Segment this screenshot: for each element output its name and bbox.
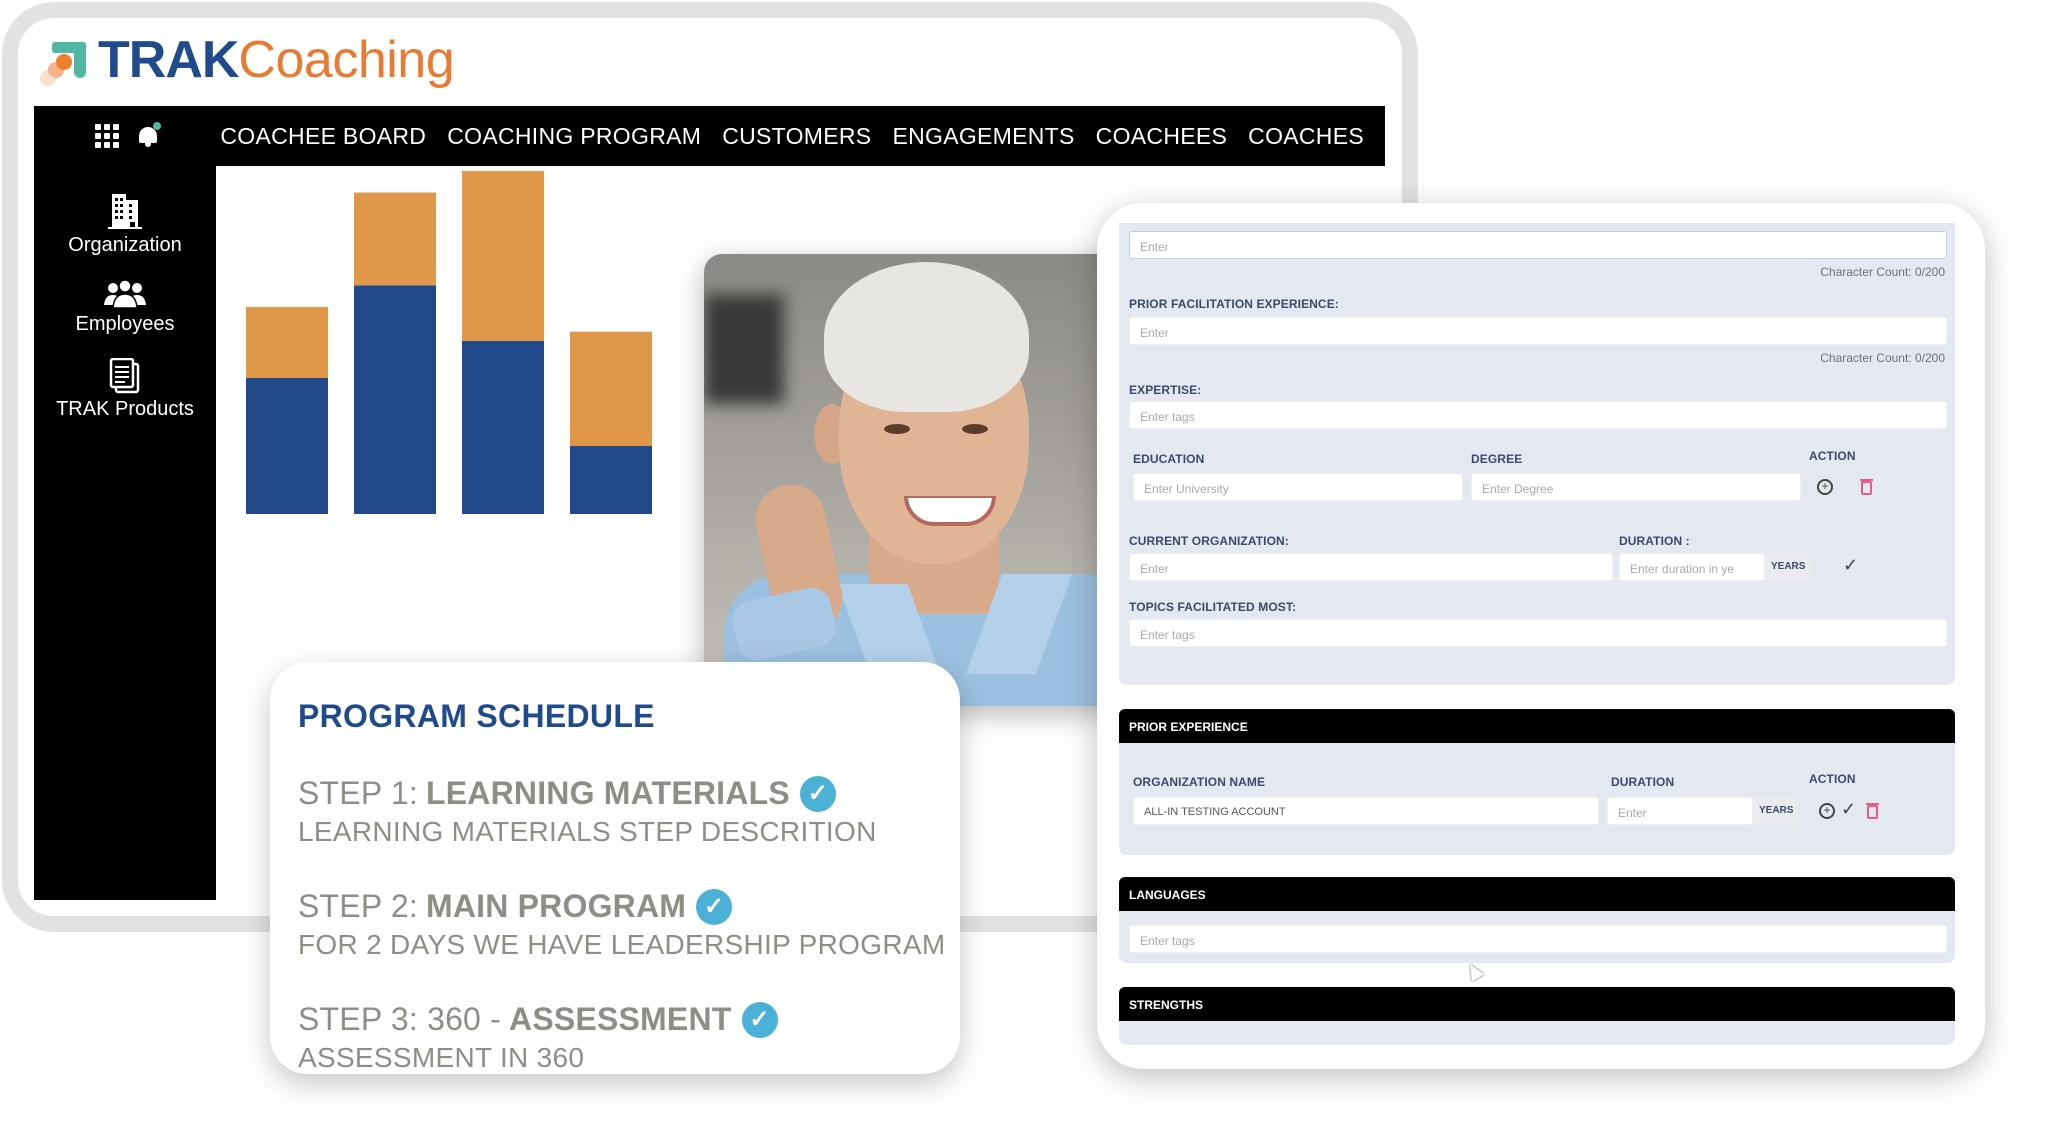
add-education-icon[interactable]: + [1817, 479, 1833, 495]
check-circle-icon: ✓ [799, 775, 836, 812]
confirm-check-icon[interactable]: ✓ [1841, 799, 1856, 820]
duration-label: DURATION : [1619, 534, 1690, 548]
step-prefix: STEP 3: 360 - [298, 1001, 502, 1037]
education-action-header: ACTION [1809, 449, 1856, 463]
delete-education-icon[interactable] [1860, 479, 1873, 495]
chart-canvas [246, 170, 652, 514]
current-organization-input[interactable]: Enter [1129, 553, 1613, 581]
check-circle-icon: ✓ [696, 888, 733, 925]
sidebar-item-label: TRAK Products [56, 398, 194, 420]
nav-customers[interactable]: CUSTOMERS [722, 123, 871, 150]
logo-text-coaching: Coaching [238, 31, 455, 89]
bar-series-b-4 [570, 331, 652, 446]
sidebar-item-label: Organization [68, 234, 182, 256]
bio-textarea[interactable]: Enter [1129, 231, 1947, 259]
program-schedule-card: PROGRAM SCHEDULE STEP 1: LEARNING MATERI… [270, 662, 960, 1074]
nav-engagements[interactable]: ENGAGEMENTS [892, 123, 1074, 150]
nav-coachee-board[interactable]: COACHEE BOARD [220, 123, 426, 150]
nav-coaches[interactable]: COACHES [1248, 123, 1364, 150]
sidebar-item-employees[interactable]: Employees [34, 279, 216, 336]
logo-mark-icon [38, 34, 90, 86]
organization-name-input[interactable]: ALL-IN TESTING ACCOUNT [1133, 797, 1599, 825]
step-name: ASSESSMENT [509, 1001, 732, 1037]
notification-bell-icon[interactable] [137, 122, 162, 148]
delete-experience-icon[interactable] [1866, 803, 1879, 819]
bar-series-a-2 [354, 285, 436, 514]
building-icon [108, 194, 142, 229]
step-description: FOR 2 DAYS WE HAVE LEADERSHIP PROGRAM [298, 929, 946, 960]
coach-profile-form: Enter Character Count: 0/200 PRIOR FACIL… [1097, 203, 1985, 1069]
prior-experience-action-header: ACTION [1809, 772, 1856, 786]
languages-tags-input[interactable]: Enter tags [1129, 925, 1947, 953]
users-group-icon [104, 279, 146, 309]
nav-coachees[interactable]: COACHEES [1096, 123, 1227, 150]
degree-column-header: DEGREE [1471, 452, 1523, 466]
coachee-photo [704, 254, 1124, 706]
nav-coaching-program[interactable]: COACHING PROGRAM [447, 123, 701, 150]
profile-details-section: Enter Character Count: 0/200 PRIOR FACIL… [1119, 223, 1955, 685]
step-description: ASSESSMENT IN 360 [298, 1042, 585, 1073]
schedule-title: PROGRAM SCHEDULE [298, 698, 655, 734]
confirm-check-icon[interactable]: ✓ [1843, 555, 1858, 576]
bar-series-b-1 [246, 306, 328, 378]
notification-badge [153, 122, 162, 130]
bio-char-count: Character Count: 0/200 [1820, 265, 1945, 279]
add-experience-icon[interactable]: + [1819, 803, 1835, 819]
bar-series-a-4 [570, 446, 652, 514]
step-description: LEARNING MATERIALS STEP DESCRITION [298, 816, 877, 847]
step-name: MAIN PROGRAM [425, 888, 687, 924]
expertise-label: EXPERTISE: [1129, 383, 1202, 397]
prior-facilitation-textarea[interactable]: Enter [1129, 317, 1947, 345]
current-organization-label: CURRENT ORGANIZATION: [1129, 534, 1289, 548]
top-navigation-bar: COACHEE BOARD COACHING PROGRAM CUSTOMERS… [34, 106, 1385, 166]
languages-header: LANGUAGES [1119, 877, 1955, 911]
university-input[interactable]: Enter University [1133, 473, 1463, 501]
sidebar-item-label: Employees [75, 313, 175, 335]
step-name: LEARNING MATERIALS [425, 775, 790, 811]
strengths-section [1119, 1021, 1955, 1045]
schedule-step[interactable]: STEP 2: MAIN PROGRAM ✓ FOR 2 DAYS WE HAV… [298, 888, 946, 961]
logo-text-trak: TRAK [98, 31, 239, 89]
prior-facilitation-char-count: Character Count: 0/200 [1820, 351, 1945, 365]
stacked-bar-chart [220, 166, 680, 536]
bar-series-b-2 [354, 192, 436, 286]
topnav-icons [34, 122, 220, 148]
schedule-step[interactable]: STEP 1: LEARNING MATERIALS ✓ LEARNING MA… [298, 775, 932, 848]
sidebar-item-trak-products[interactable]: TRAK Products [34, 358, 216, 421]
duration-column-header: DURATION [1611, 775, 1675, 789]
years-unit-label: YEARS [1765, 553, 1812, 581]
bar-series-a-3 [462, 340, 544, 514]
documents-icon [109, 358, 140, 394]
bar-series-b-3 [462, 170, 544, 341]
prior-experience-section: ORGANIZATION NAME DURATION ACTION ALL-IN… [1119, 743, 1955, 855]
topics-label: TOPICS FACILITATED MOST: [1129, 600, 1297, 614]
step-prefix: STEP 1: [298, 775, 418, 811]
strengths-header: STRENGTHS [1119, 987, 1955, 1021]
organization-name-column-header: ORGANIZATION NAME [1133, 775, 1266, 789]
sidebar-item-organization[interactable]: Organization [34, 192, 216, 257]
prior-duration-input[interactable]: Enter [1607, 797, 1753, 825]
duration-years-input[interactable]: Enter duration in ye [1619, 553, 1765, 581]
sidebar: Organization Employees TRAK Products [34, 166, 216, 900]
trak-coaching-logo[interactable]: TRAK Coaching [38, 30, 455, 90]
prior-experience-header: PRIOR EXPERIENCE [1119, 709, 1955, 743]
education-column-header: EDUCATION [1133, 452, 1205, 466]
check-circle-icon: ✓ [741, 1001, 778, 1038]
apps-grid-icon[interactable] [95, 124, 120, 148]
degree-input[interactable]: Enter Degree [1471, 473, 1801, 501]
bar-series-a-1 [246, 378, 328, 514]
step-prefix: STEP 2: [298, 888, 418, 924]
schedule-step[interactable]: STEP 3: 360 - ASSESSMENT ✓ ASSESSMENT IN… [298, 1001, 932, 1074]
years-unit-label: YEARS [1753, 797, 1800, 825]
expertise-tags-input[interactable]: Enter tags [1129, 401, 1947, 429]
languages-section: Enter tags [1119, 911, 1955, 963]
prior-facilitation-label: PRIOR FACILITATION EXPERIENCE: [1129, 297, 1339, 311]
topics-tags-input[interactable]: Enter tags [1129, 619, 1947, 647]
